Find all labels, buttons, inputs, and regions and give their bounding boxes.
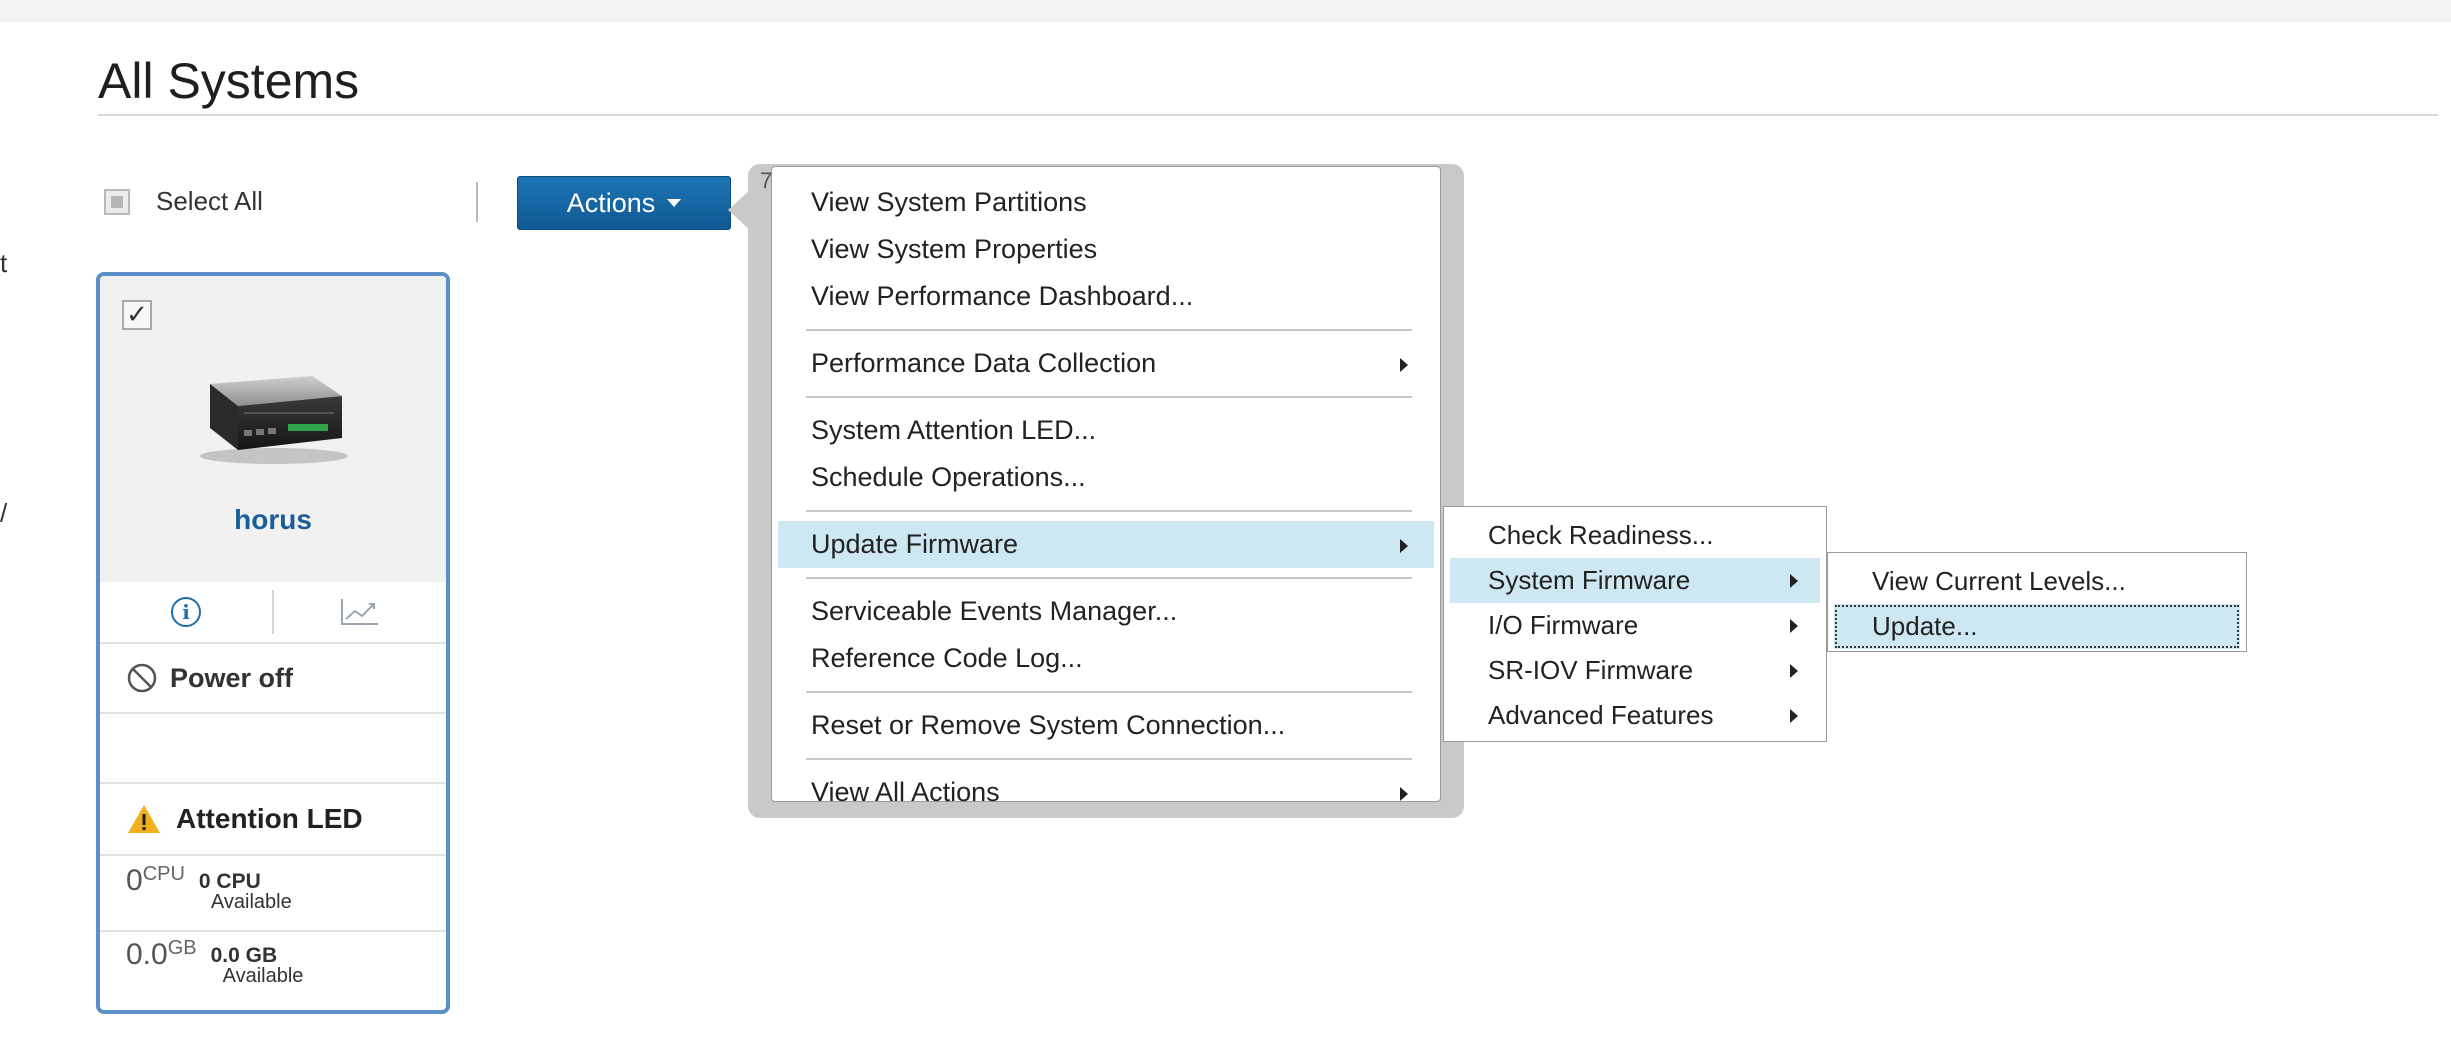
memory-available-value: 0.0 GB — [210, 944, 278, 967]
actions-button-label: Actions — [566, 187, 656, 218]
cpu-available-value: 0 CPU — [198, 870, 261, 893]
empty-status-row — [100, 714, 446, 784]
memory-unit: GB — [167, 937, 197, 959]
menu-item-view-system-partitions[interactable]: View System Partitions — [778, 179, 1434, 226]
cpu-available: 0 CPU Available — [199, 866, 292, 912]
memory-available-label: Available — [222, 965, 304, 987]
menu-item-io-firmware[interactable]: I/O Firmware — [1450, 603, 1820, 648]
truncated-nav-text: t — [0, 248, 8, 278]
chevron-down-icon — [667, 199, 682, 207]
menu-separator — [806, 329, 1412, 331]
toolbar-divider — [476, 182, 478, 222]
cpu-total: 0CPU — [126, 863, 185, 897]
menu-separator — [806, 396, 1412, 398]
menu-item-advanced-features[interactable]: Advanced Features — [1450, 693, 1820, 738]
menu-item-sriov-firmware[interactable]: SR-IOV Firmware — [1450, 648, 1820, 693]
page: t / All Systems Select All Actions ✓ hor… — [0, 0, 2451, 1061]
truncated-nav-text: / — [0, 498, 8, 528]
actions-button[interactable]: Actions — [517, 176, 731, 230]
power-off-icon — [127, 663, 157, 693]
title-divider — [98, 114, 2438, 116]
menu-item-schedule-operations[interactable]: Schedule Operations... — [778, 454, 1434, 501]
cpu-resource: 0CPU 0 CPU Available — [100, 863, 446, 932]
actions-menu: View System Partitions View System Prope… — [771, 166, 1441, 807]
menu-separator — [806, 691, 1412, 693]
attention-status: Attention LED — [100, 784, 446, 856]
menu-item-view-all-actions[interactable]: View All Actions — [778, 769, 1434, 816]
menu-separator — [806, 577, 1412, 579]
memory-resource: 0.0GB 0.0 GB Available — [100, 937, 446, 1010]
server-image — [200, 376, 348, 464]
menu-item-view-system-properties[interactable]: View System Properties — [778, 226, 1434, 273]
memory-value: 0.0 — [126, 938, 168, 971]
menu-item-view-current-levels[interactable]: View Current Levels... — [1834, 559, 2240, 604]
menu-item-view-performance-dashboard[interactable]: View Performance Dashboard... — [778, 273, 1434, 320]
cpu-unit: CPU — [142, 863, 185, 885]
page-title: All Systems — [98, 53, 360, 109]
select-all-label: Select All — [156, 186, 263, 216]
info-button[interactable]: i — [100, 597, 272, 627]
menu-item-system-attention-led[interactable]: System Attention LED... — [778, 407, 1434, 454]
memory-available: 0.0 GB Available — [211, 940, 304, 986]
system-card[interactable]: ✓ horus i Power off Attention LED 0CPU 0… — [96, 272, 450, 1014]
menu-item-reference-code-log[interactable]: Reference Code Log... — [778, 635, 1434, 682]
update-firmware-submenu: Check Readiness... System Firmware I/O F… — [1443, 506, 1827, 742]
cpu-value: 0 — [126, 864, 143, 897]
memory-total: 0.0GB — [126, 937, 197, 971]
menu-pointer — [728, 190, 750, 230]
menu-item-system-firmware[interactable]: System Firmware — [1450, 558, 1820, 603]
cpu-available-label: Available — [210, 891, 292, 913]
menu-separator — [806, 758, 1412, 760]
menu-separator — [806, 510, 1412, 512]
menu-item-performance-data-collection[interactable]: Performance Data Collection — [778, 340, 1434, 387]
warning-icon — [128, 805, 160, 833]
menu-item-serviceable-events-manager[interactable]: Serviceable Events Manager... — [778, 588, 1434, 635]
attention-label: Attention LED — [176, 803, 363, 834]
power-status: Power off — [100, 644, 446, 714]
info-icon: i — [171, 597, 201, 627]
menu-item-update[interactable]: Update... — [1834, 604, 2240, 649]
system-card-checkbox[interactable]: ✓ — [122, 300, 152, 330]
menu-item-update-firmware[interactable]: Update Firmware — [778, 521, 1434, 568]
power-status-label: Power off — [170, 662, 294, 693]
system-firmware-submenu: View Current Levels... Update... — [1827, 552, 2247, 652]
menu-item-reset-or-remove-connection[interactable]: Reset or Remove System Connection... — [778, 702, 1434, 749]
select-all-checkbox[interactable] — [104, 188, 130, 215]
performance-button[interactable] — [274, 597, 446, 627]
line-chart-icon — [341, 599, 378, 625]
system-card-icon-row: i — [100, 582, 446, 644]
page-top-band — [0, 0, 2451, 22]
select-all-control[interactable]: Select All — [104, 186, 263, 217]
menu-item-check-readiness[interactable]: Check Readiness... — [1450, 513, 1820, 558]
system-name-link[interactable]: horus — [100, 504, 446, 536]
